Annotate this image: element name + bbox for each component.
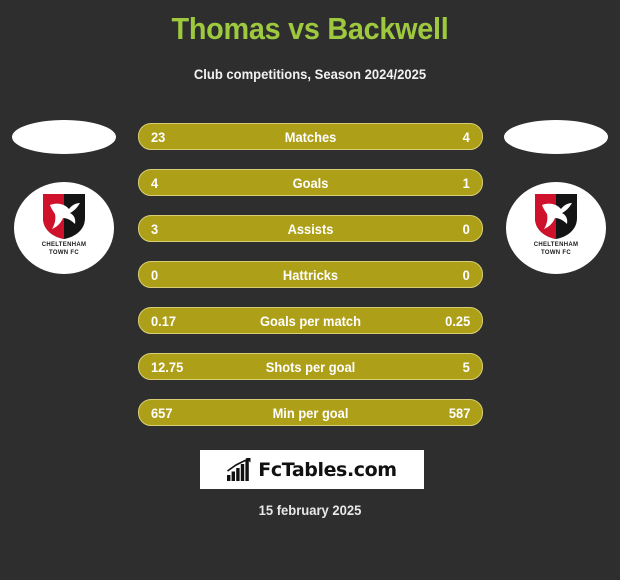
home-player-photo <box>12 120 116 154</box>
bar-chart-arrow-icon <box>227 458 251 481</box>
away-player-photo <box>504 120 608 154</box>
fctables-logo-text: FcTables.com <box>258 458 397 481</box>
away-player-column: CHELTENHAM TOWN FC <box>492 118 620 274</box>
stats-list: 23 Matches 4 4 Goals 1 3 Assists 0 0 Hat… <box>138 123 483 426</box>
footer-date: 15 february 2025 <box>258 502 362 518</box>
stat-label: Min per goal <box>272 404 349 421</box>
home-club-name: CHELTENHAM TOWN FC <box>42 242 87 257</box>
stat-row: 12.75 Shots per goal 5 <box>138 353 483 380</box>
away-club-name-line2: TOWN FC <box>541 249 571 256</box>
stat-away-value: 0 <box>462 266 470 283</box>
home-club-crest: CHELTENHAM TOWN FC <box>14 182 114 274</box>
cheltenham-shield-icon <box>43 194 85 239</box>
stat-label: Assists <box>287 220 334 237</box>
stat-away-value: 1 <box>462 174 470 191</box>
stat-row: 0 Hattricks 0 <box>138 261 483 288</box>
stat-row: 0.17 Goals per match 0.25 <box>138 307 483 334</box>
stat-label: Matches <box>284 128 337 145</box>
stat-away-value: 0.25 <box>444 312 470 329</box>
stat-row: 23 Matches 4 <box>138 123 483 150</box>
page-subtitle: Club competitions, Season 2024/2025 <box>193 66 427 83</box>
stat-row: 3 Assists 0 <box>138 215 483 242</box>
stat-away-value: 0 <box>462 220 470 237</box>
stat-away-value: 5 <box>462 358 470 375</box>
away-club-name-line1: CHELTENHAM <box>533 242 579 248</box>
stat-away-value: 4 <box>462 128 470 145</box>
stat-row: 657 Min per goal 587 <box>138 399 483 426</box>
stat-row: 4 Goals 1 <box>138 169 483 196</box>
home-club-name-line1: CHELTENHAM <box>41 242 87 248</box>
away-club-crest: CHELTENHAM TOWN FC <box>506 182 606 274</box>
page-title: Thomas vs Backwell <box>171 11 449 46</box>
cheltenham-shield-icon <box>535 194 577 239</box>
home-player-column: CHELTENHAM TOWN FC <box>0 118 128 274</box>
fctables-logo[interactable]: FcTables.com <box>200 450 424 489</box>
away-club-name: CHELTENHAM TOWN FC <box>534 242 579 257</box>
stat-away-value: 587 <box>448 404 470 421</box>
stat-label: Goals per match <box>260 312 361 329</box>
stat-label: Shots per goal <box>265 358 356 375</box>
stat-label: Goals <box>292 174 329 191</box>
stat-label: Hattricks <box>282 266 339 283</box>
home-club-name-line2: TOWN FC <box>49 249 79 256</box>
stat-comparison-page: Thomas vs Backwell Club competitions, Se… <box>0 0 620 580</box>
